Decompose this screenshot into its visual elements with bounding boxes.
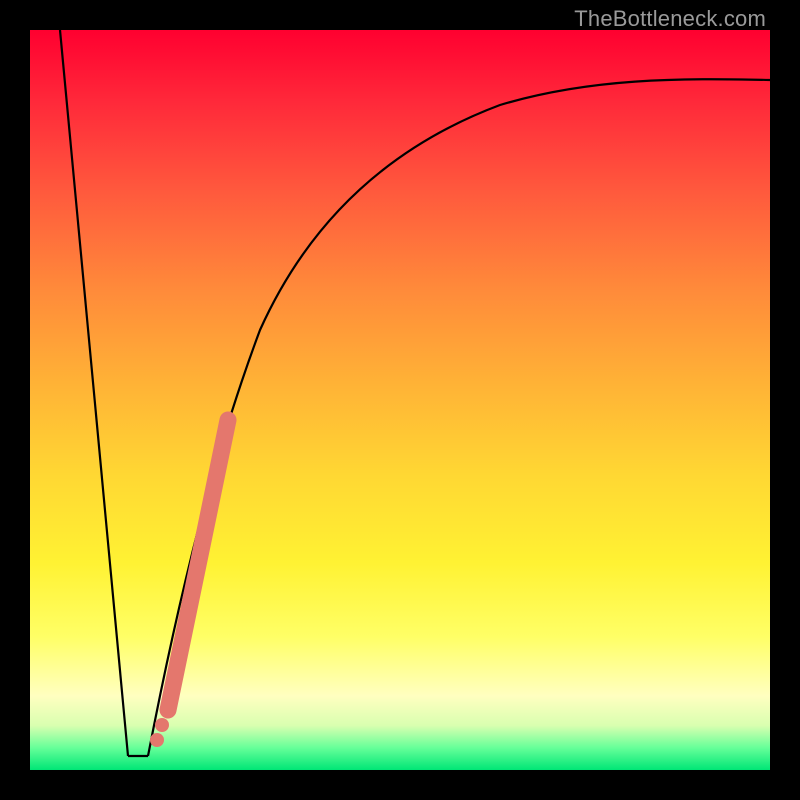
highlight-dot-1 (150, 733, 164, 747)
watermark-text: TheBottleneck.com (574, 6, 766, 32)
highlight-dot-2 (155, 718, 169, 732)
curve-layer (30, 30, 770, 770)
recovery-curve-line (148, 79, 770, 756)
plot-area (30, 30, 770, 770)
highlight-band (168, 420, 228, 710)
left-descent-line (60, 30, 128, 756)
chart-frame: TheBottleneck.com (0, 0, 800, 800)
